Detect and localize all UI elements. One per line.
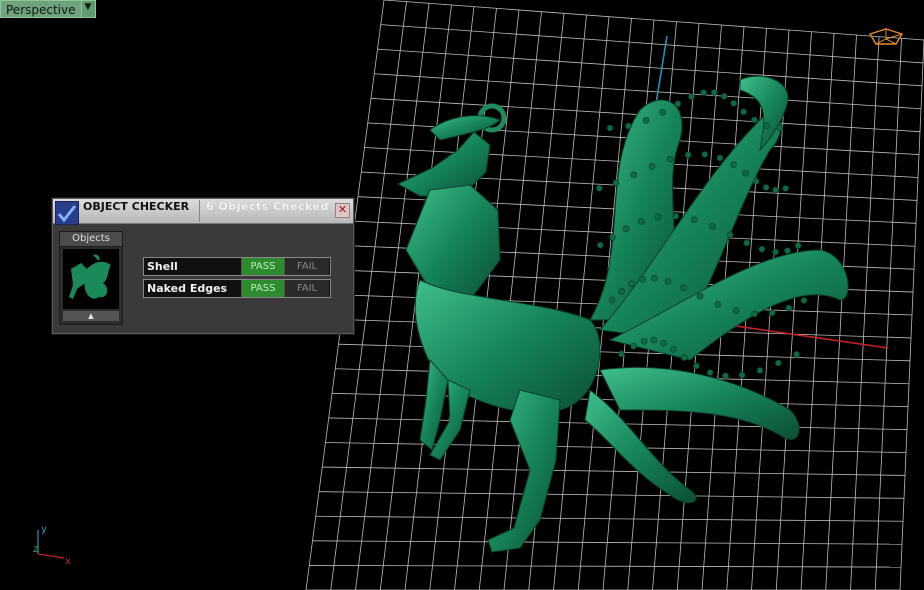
view-cube-icon[interactable] — [866, 26, 906, 48]
checkmark-icon — [55, 201, 79, 225]
objects-thumbnail-panel: Objects ▲ — [59, 231, 123, 325]
check-row-naked-edges: Naked Edges PASS FAIL — [143, 279, 331, 298]
objects-label: Objects — [60, 232, 122, 247]
checker-header[interactable]: OBJECT CHECKER 6 Objects Checked ✕ — [53, 199, 353, 225]
check-row-shell: Shell PASS FAIL — [143, 257, 331, 276]
viewport-title-tab[interactable]: Perspective ▼ — [0, 0, 96, 18]
fail-indicator[interactable]: FAIL — [284, 258, 329, 275]
axis-x-label: x — [65, 556, 71, 567]
checker-title: OBJECT CHECKER — [83, 200, 190, 213]
viewport-dropdown-button[interactable]: ▼ — [81, 0, 96, 18]
pass-indicator[interactable]: PASS — [241, 280, 284, 297]
fail-indicator[interactable]: FAIL — [284, 280, 329, 297]
object-thumbnail[interactable] — [63, 249, 119, 309]
perspective-viewport[interactable]: Perspective ▼ y z x OBJECT CHECKER 6 Obj… — [0, 0, 924, 590]
check-name: Naked Edges — [147, 282, 228, 295]
header-divider — [199, 200, 200, 222]
pass-indicator[interactable]: PASS — [241, 258, 284, 275]
thumbnail-scroll-button[interactable]: ▲ — [63, 311, 119, 321]
chevron-down-icon: ▼ — [84, 2, 92, 12]
viewport-title[interactable]: Perspective — [0, 0, 82, 18]
world-axis-icon: y z x — [33, 524, 71, 567]
check-name: Shell — [147, 260, 178, 273]
axis-y-label: y — [41, 524, 47, 535]
close-button[interactable]: ✕ — [335, 203, 350, 218]
objects-checked-status: 6 Objects Checked — [206, 200, 329, 213]
axis-z-label: z — [33, 544, 38, 555]
object-checker-panel: OBJECT CHECKER 6 Objects Checked ✕ Objec… — [52, 198, 354, 334]
